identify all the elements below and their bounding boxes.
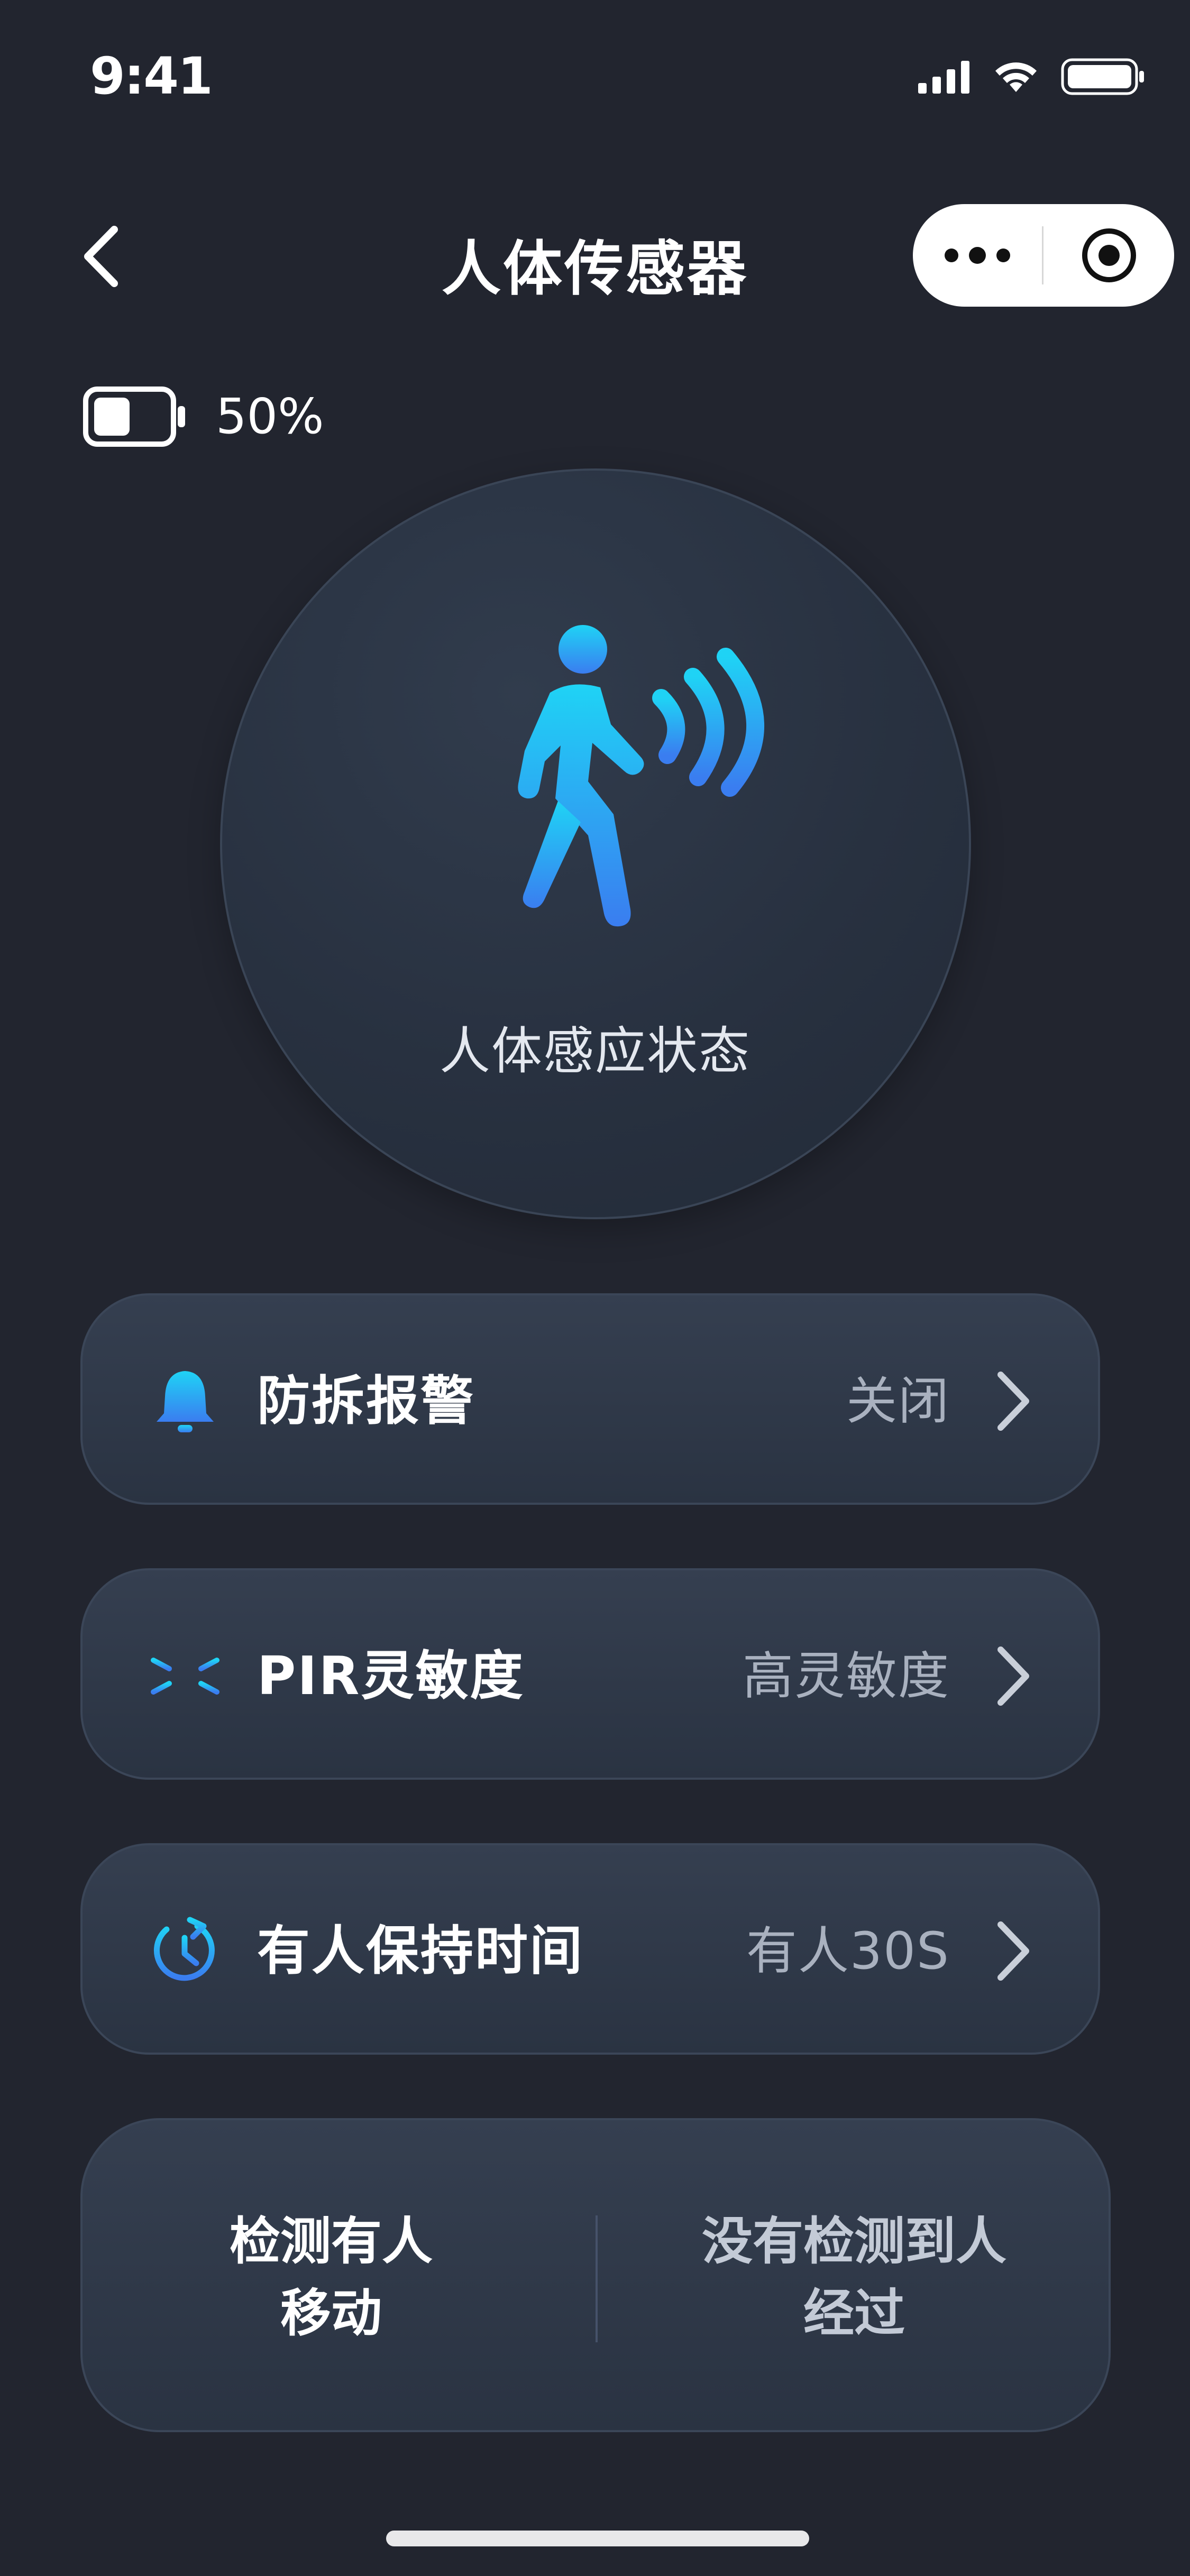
occupancy-hold-time-label: 有人保持时间 [257,1920,584,1982]
tamper-alarm-row[interactable]: 防拆报警 关闭 [80,1293,1100,1505]
status-time: 9:41 [90,47,213,106]
motion-detected-line2: 移动 [280,2284,382,2343]
battery-icon [83,387,185,447]
pir-sensitivity-label: PIR灵敏度 [257,1645,525,1707]
wifi-icon [995,62,1037,92]
more-button[interactable] [913,204,1042,307]
occupancy-hold-time-row[interactable]: 有人保持时间 有人30S [80,1843,1100,2055]
no-person-line2: 经过 [803,2284,905,2343]
tamper-alarm-label: 防拆报警 [257,1370,475,1432]
no-person-option[interactable]: 没有检测到人 经过 [596,2120,1113,2434]
detection-status-card: 检测有人 移动 没有检测到人 经过 [80,2118,1111,2432]
person-walking-icon [518,625,764,927]
chevron-right-icon [997,1646,1029,1706]
chevron-right-icon [997,1372,1029,1431]
no-person-line1: 没有检测到人 [702,2212,1006,2271]
target-icon [1082,228,1136,282]
signal-icon [918,61,969,94]
battery-percent: 50% [216,388,324,445]
motion-detected-option[interactable]: 检测有人 移动 [83,2120,580,2434]
bell-icon [148,1364,222,1438]
status-icons [918,58,1146,95]
phone-battery-icon [1061,58,1144,95]
motion-detected-line1: 检测有人 [230,2212,433,2271]
chevron-right-icon [997,1921,1029,1981]
mini-program-capsule [913,204,1174,307]
sensitivity-icon [148,1639,222,1713]
close-button[interactable] [1043,204,1174,307]
timer-icon [148,1914,222,1988]
occupancy-hold-time-value: 有人30S [746,1921,950,1981]
tamper-alarm-value: 关闭 [846,1372,950,1431]
sensor-status-label: 人体感应状态 [440,1022,750,1081]
pir-sensitivity-value: 高灵敏度 [743,1646,950,1706]
home-indicator[interactable] [386,2531,809,2546]
pir-sensitivity-row[interactable]: PIR灵敏度 高灵敏度 [80,1568,1100,1780]
